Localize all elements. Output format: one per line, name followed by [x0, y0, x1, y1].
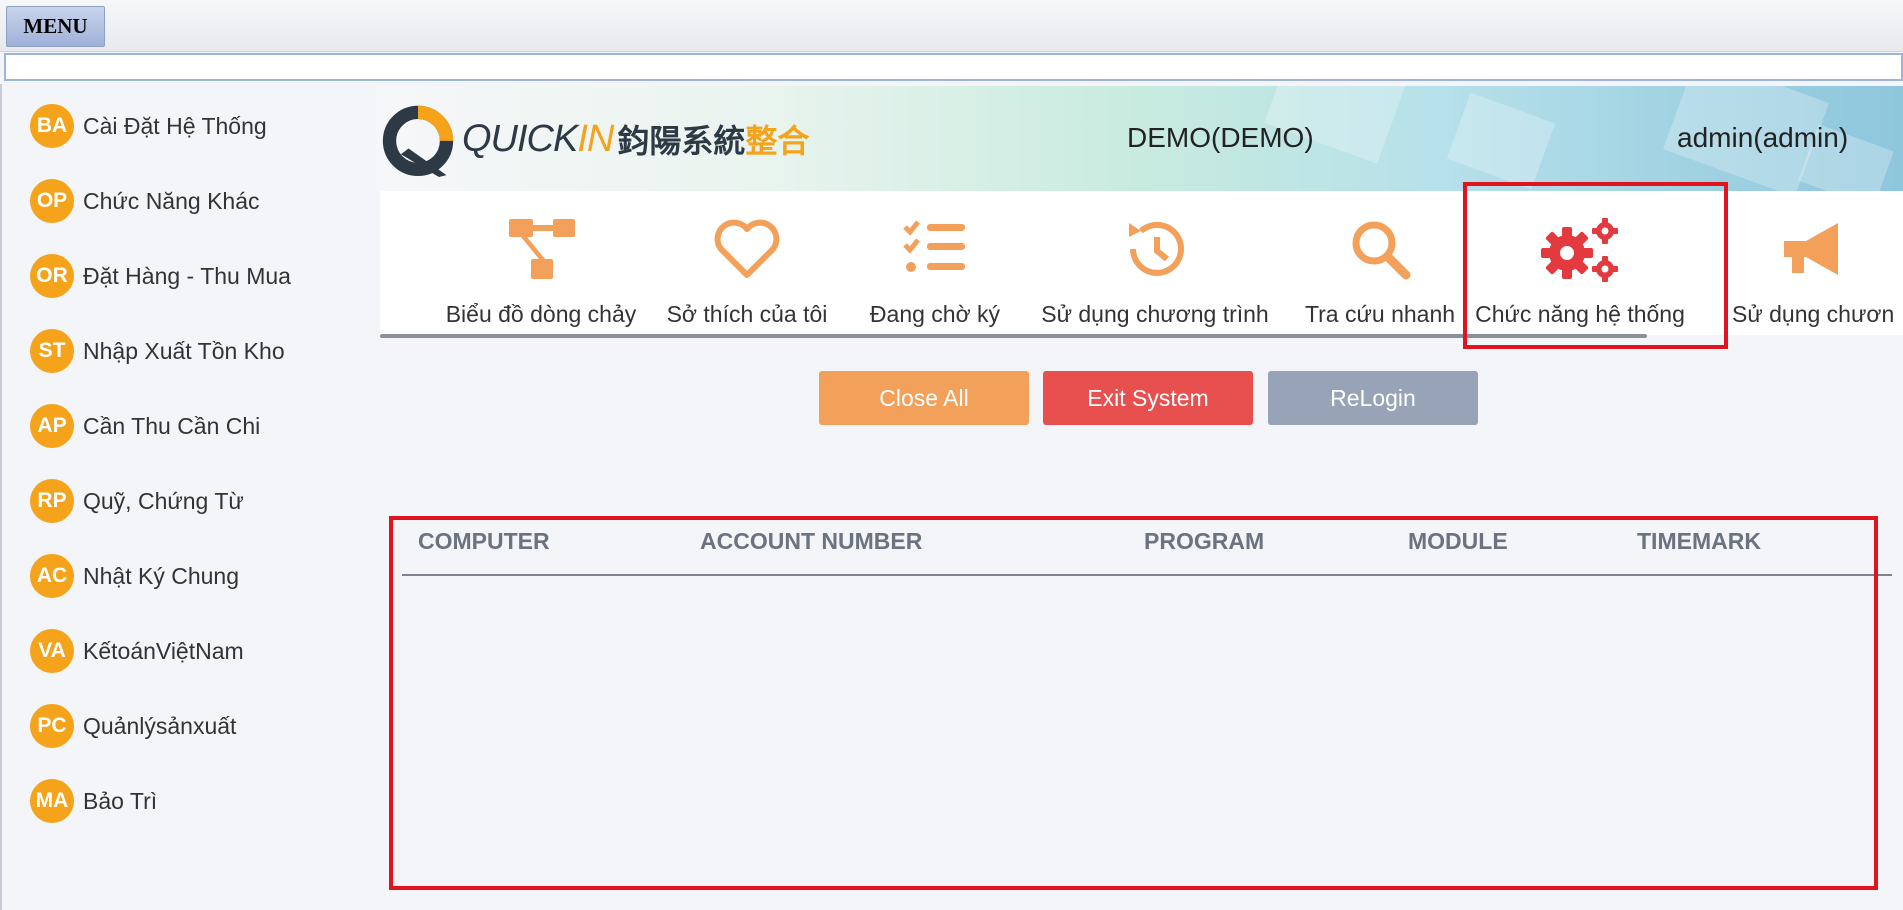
company-name: DEMO(DEMO): [1127, 122, 1314, 153]
exit-system-button[interactable]: Exit System: [1043, 371, 1253, 425]
module-badge: OP: [30, 179, 74, 223]
close-all-button[interactable]: Close All: [819, 371, 1029, 425]
sidebar-item-label: KếtoánViệtNam: [83, 637, 244, 664]
address-bar[interactable]: [4, 53, 1903, 81]
checklist-icon: [903, 220, 965, 272]
sidebar-item-production-management[interactable]: PC Quảnlýsảnxuất: [30, 704, 236, 748]
sidebar-item-system-settings[interactable]: BA Cài Đặt Hệ Thống: [30, 104, 267, 148]
tool-label: Sử dụng chươn: [1732, 301, 1895, 327]
module-badge: OR: [30, 254, 74, 298]
sidebar-item-other-functions[interactable]: OP Chức Năng Khác: [30, 179, 260, 223]
search-icon: [1352, 221, 1411, 280]
tool-program-usage-2[interactable]: Sử dụng chươn: [1732, 191, 1903, 335]
sidebar-item-label: Chức Năng Khác: [83, 187, 260, 214]
history-icon: [1129, 221, 1184, 276]
tool-label: Sử dụng chương trình: [1041, 301, 1269, 327]
tool-flowchart[interactable]: Biểu đồ dòng chảy: [440, 191, 642, 335]
sidebar-item-maintenance[interactable]: MA Bảo Trì: [30, 779, 157, 823]
logo-cjk-accent: 整合: [745, 123, 810, 159]
module-badge: AP: [30, 404, 74, 448]
highlight-session-table: [389, 516, 1878, 890]
module-badge: MA: [30, 779, 74, 823]
flowchart-icon: [509, 219, 575, 279]
sidebar-item-label: Cần Thu Cần Chi: [83, 412, 261, 439]
sidebar-item-label: Cài Đặt Hệ Thống: [83, 112, 267, 139]
sidebar: BA Cài Đặt Hệ Thống OP Chức Năng Khác OR…: [0, 84, 360, 910]
user-name[interactable]: admin(admin): [1677, 122, 1848, 154]
megaphone-icon: [1784, 223, 1838, 275]
toolbar-scrollbar[interactable]: [380, 334, 1647, 338]
module-badge: RP: [30, 479, 74, 523]
sidebar-item-vietnam-accounting[interactable]: VA KếtoánViệtNam: [30, 629, 244, 673]
sidebar-item-label: Bảo Trì: [83, 787, 158, 814]
module-badge: PC: [30, 704, 74, 748]
sidebar-item-ordering-purchasing[interactable]: OR Đặt Hàng - Thu Mua: [30, 254, 291, 298]
sidebar-item-receivables-payables[interactable]: AP Cần Thu Cần Chi: [30, 404, 260, 448]
tool-label: Tra cứu nhanh: [1304, 301, 1456, 327]
sidebar-item-label: Đặt Hàng - Thu Mua: [83, 262, 291, 289]
sidebar-item-funds-vouchers[interactable]: RP Quỹ, Chứng Từ: [30, 479, 244, 523]
logo-text: QUICK: [462, 117, 578, 160]
sidebar-item-inventory[interactable]: ST Nhập Xuất Tồn Kho: [30, 329, 285, 373]
quickin-logo-mark: [382, 105, 454, 177]
module-badge: ST: [30, 329, 74, 373]
sidebar-item-label: Nhập Xuất Tồn Kho: [83, 337, 285, 364]
highlight-system-functions: [1463, 182, 1728, 349]
tool-pending-sign[interactable]: Đang chờ ký: [865, 191, 1005, 335]
menu-bar: MENU: [0, 0, 1903, 52]
tool-quick-search[interactable]: Tra cứu nhanh: [1300, 191, 1460, 335]
logo-cjk: 鈞陽系統: [617, 123, 746, 159]
tool-favorites[interactable]: Sở thích của tôi: [662, 191, 832, 335]
tool-program-usage[interactable]: Sử dụng chương trình: [1032, 191, 1278, 335]
sidebar-item-label: Quỹ, Chứng Từ: [83, 487, 244, 514]
sidebar-item-label: Nhật Ký Chung: [83, 562, 239, 589]
tool-label: Đang chờ ký: [869, 301, 1001, 327]
module-badge: AC: [30, 554, 74, 598]
sidebar-item-label: Quảnlýsảnxuất: [83, 712, 237, 739]
relogin-button[interactable]: ReLogin: [1268, 371, 1478, 425]
tool-label: Biểu đồ dòng chảy: [445, 301, 637, 327]
quickin-logo: QUICKIN 鈞陽系統整合: [380, 100, 809, 178]
heart-icon: [714, 219, 780, 278]
logo-text-accent: IN: [577, 117, 614, 160]
tool-label: Sở thích của tôi: [666, 301, 828, 327]
module-badge: VA: [30, 629, 74, 673]
module-badge: BA: [30, 104, 74, 148]
sidebar-item-general-journal[interactable]: AC Nhật Ký Chung: [30, 554, 239, 598]
menu-button[interactable]: MENU: [6, 6, 105, 47]
